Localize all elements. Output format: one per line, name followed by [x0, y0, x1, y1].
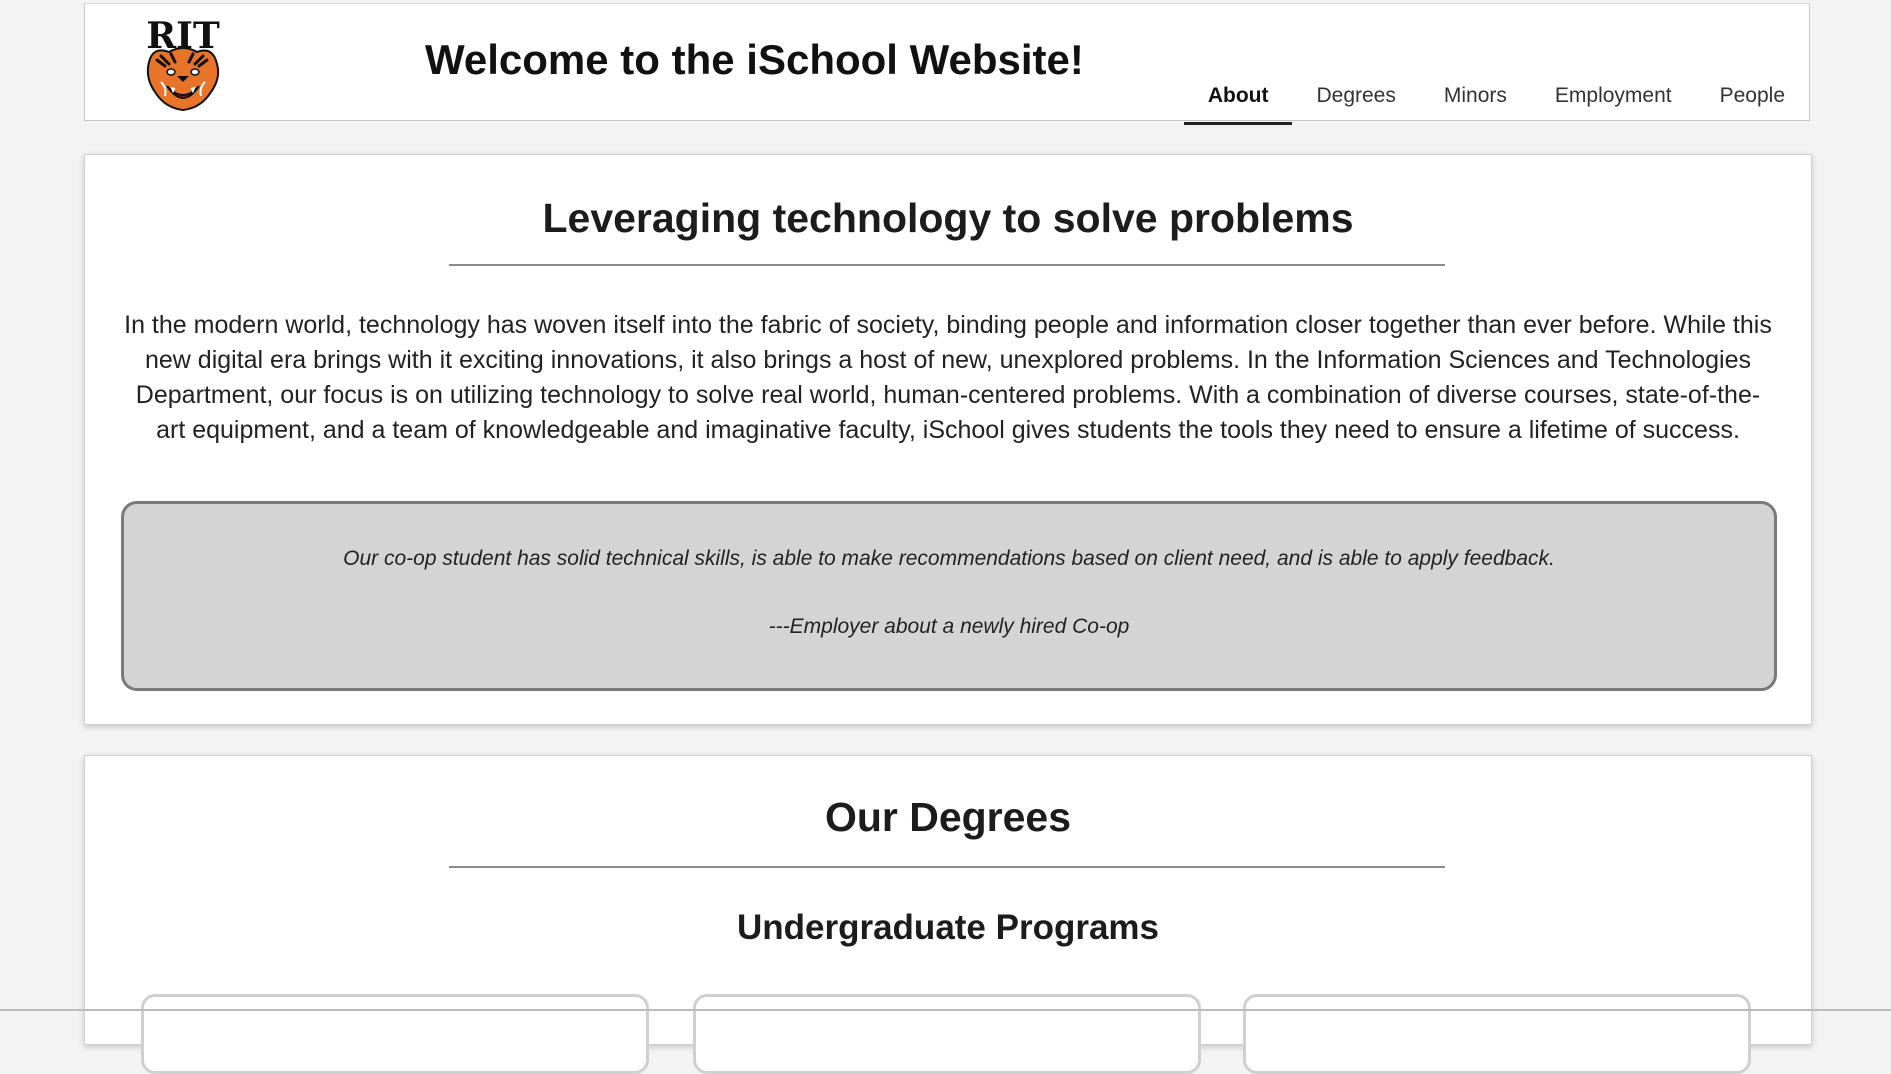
title-divider — [449, 264, 1445, 266]
program-card[interactable] — [693, 994, 1201, 1074]
rit-tiger-logo[interactable]: RIT — [131, 15, 235, 116]
degrees-title: Our Degrees — [824, 794, 1072, 840]
employer-quote-box: Our co-op student has solid technical sk… — [121, 501, 1777, 691]
quote-author: ---Employer about a newly hired Co-op — [768, 615, 1130, 638]
nav-tab-about[interactable]: About — [1183, 70, 1293, 125]
nav-tab-degrees[interactable]: Degrees — [1292, 70, 1419, 122]
about-description: In the modern world, technology has wove… — [124, 311, 1772, 444]
program-card[interactable] — [141, 994, 649, 1074]
about-card: Leveraging technology to solve problems … — [84, 154, 1812, 725]
site-title: Welcome to the iSchool Website! — [425, 36, 1084, 83]
main-nav: About Degrees Minors Employment People — [1183, 70, 1809, 125]
site-header: RIT Welcome to the iSchool Website! Abou… — [84, 3, 1810, 125]
undergraduate-programs-heading: Undergraduate Programs — [736, 908, 1160, 947]
quote-text: Our co-op student has solid technical sk… — [343, 547, 1555, 570]
about-title: Leveraging technology to solve problems — [542, 195, 1354, 241]
nav-tab-employment[interactable]: Employment — [1531, 70, 1696, 122]
nav-tab-minors[interactable]: Minors — [1420, 70, 1531, 122]
nav-tab-people[interactable]: People — [1696, 70, 1809, 122]
title-divider — [449, 866, 1445, 868]
program-card[interactable] — [1243, 994, 1751, 1074]
degrees-card: Our Degrees Undergraduate Programs — [84, 755, 1812, 1074]
